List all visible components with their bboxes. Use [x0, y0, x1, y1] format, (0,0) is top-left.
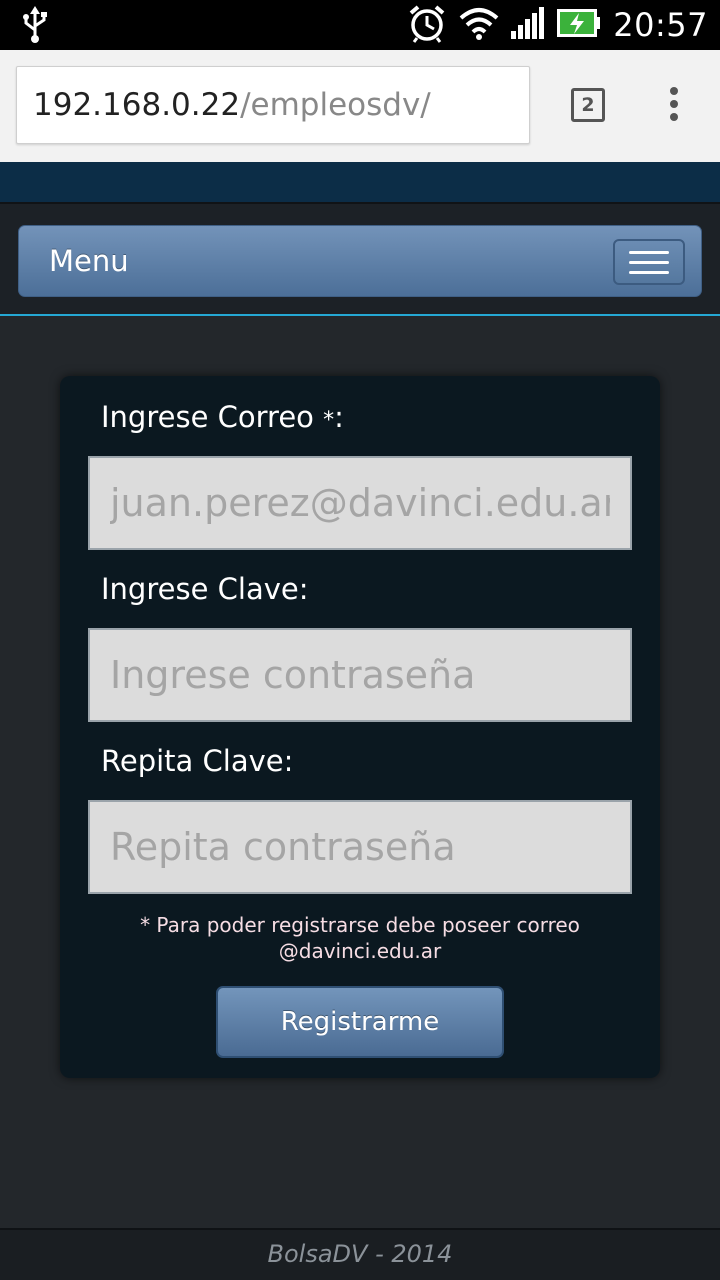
- navbar-container: Menu: [0, 202, 720, 316]
- clock-text: 20:57: [613, 6, 708, 44]
- battery-charging-icon: [557, 9, 601, 41]
- navbar[interactable]: Menu: [18, 225, 702, 297]
- address-bar[interactable]: 192.168.0.22/empleosdv/: [16, 66, 530, 144]
- hamburger-icon[interactable]: [613, 239, 685, 285]
- usb-icon: [20, 6, 50, 48]
- repeat-password-label: Repita Clave:: [101, 744, 294, 778]
- page-footer: BolsaDV - 2014: [0, 1228, 720, 1280]
- repeat-password-field[interactable]: [88, 800, 632, 894]
- note-line-2: @davinci.edu.ar: [278, 939, 442, 963]
- email-label: Ingrese Correo *:: [101, 400, 344, 434]
- email-field[interactable]: [88, 456, 632, 550]
- header-band: [0, 162, 720, 202]
- wifi-icon: [459, 6, 499, 44]
- registration-note: * Para poder registrarse debe poseer cor…: [60, 912, 660, 964]
- email-label-suffix: :: [334, 400, 344, 434]
- registration-form: Ingrese Correo *: Ingrese Clave: Repita …: [60, 376, 660, 1078]
- email-label-text: Ingrese Correo: [101, 400, 324, 434]
- required-mark: *: [323, 408, 335, 433]
- tabs-icon[interactable]: 2: [571, 88, 605, 122]
- url-host: 192.168.0.22: [33, 87, 241, 123]
- more-vert-icon[interactable]: [666, 87, 682, 125]
- menu-label: Menu: [49, 244, 129, 278]
- tab-count: 2: [581, 94, 595, 116]
- password-label: Ingrese Clave:: [101, 572, 309, 606]
- note-line-1: * Para poder registrarse debe poseer cor…: [140, 913, 580, 937]
- register-button[interactable]: Registrarme: [216, 986, 504, 1058]
- browser-toolbar: 192.168.0.22/empleosdv/ 2: [0, 50, 720, 162]
- alarm-icon: [407, 3, 447, 47]
- signal-icon: [511, 7, 545, 43]
- url-path: /empleosdv/: [240, 87, 431, 123]
- footer-text: BolsaDV - 2014: [267, 1240, 453, 1268]
- status-bar: 20:57: [0, 0, 720, 50]
- password-field[interactable]: [88, 628, 632, 722]
